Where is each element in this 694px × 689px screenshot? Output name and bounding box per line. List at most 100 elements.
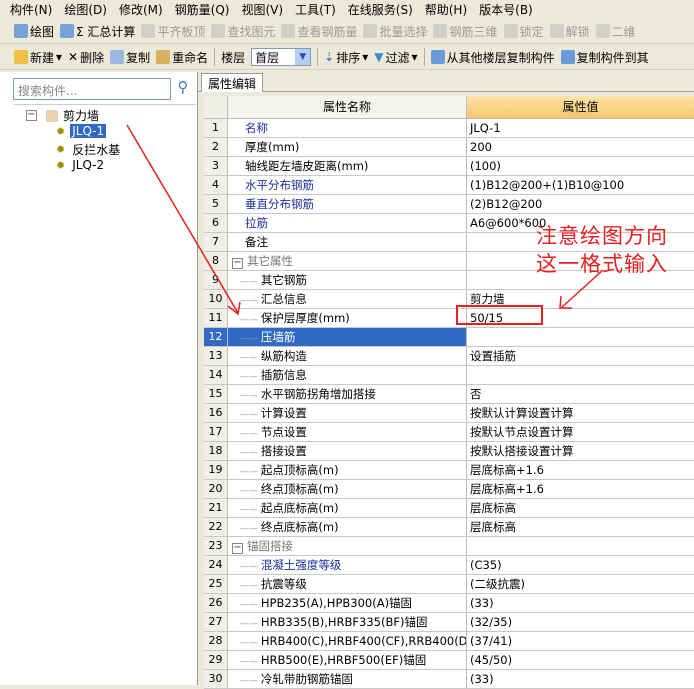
property-value[interactable]: 按默认搭接设置计算 [467, 442, 694, 460]
table-row[interactable]: 4 水平分布钢筋 (1)B12@200+(1)B10@100 [204, 176, 694, 195]
property-value[interactable] [467, 328, 694, 346]
copy-button[interactable]: 复制 [110, 49, 150, 66]
copy-to-floor-button[interactable]: 复制构件到其 [560, 49, 649, 66]
toolbar-button[interactable]: 二维 [595, 23, 636, 40]
property-value[interactable]: (1)B12@200+(1)B10@100 [467, 176, 694, 194]
table-row[interactable]: 25抗震等级(二级抗震) [204, 575, 694, 594]
property-value[interactable]: 层底标高 [467, 518, 694, 536]
gear-icon: ✹ [56, 158, 66, 172]
table-row[interactable]: 12压墙筋 [204, 328, 694, 347]
property-name: 汇总信息 [228, 290, 467, 308]
property-value[interactable]: 200 [467, 138, 694, 156]
tree-node-root[interactable]: − 剪力墙 [22, 107, 99, 124]
table-row[interactable]: 19起点顶标高(m)层底标高+1.6 [204, 461, 694, 480]
property-value[interactable]: 层底标高+1.6 [467, 480, 694, 498]
floor-select[interactable]: 首层 ▼ [251, 48, 312, 66]
new-button[interactable]: 新建 ▾ [14, 49, 62, 66]
property-value[interactable]: (二级抗震) [467, 575, 694, 593]
table-row[interactable]: 18搭接设置按默认搭接设置计算 [204, 442, 694, 461]
table-row[interactable]: 13纵筋构造设置插筋 [204, 347, 694, 366]
toolbar-button[interactable]: 查找图元 [211, 23, 275, 40]
property-value[interactable]: JLQ-1 [467, 119, 694, 137]
menu-item[interactable]: 视图(V) [241, 1, 283, 18]
copy-from-floor-button[interactable]: 从其他楼层复制构件 [430, 49, 555, 66]
table-row[interactable]: 29HRB500(E),HRBF500(EF)锚固(45/50) [204, 651, 694, 670]
tree-item[interactable]: ✹ JLQ-2 [56, 158, 106, 172]
table-row[interactable]: 21起点底标高(m)层底标高 [204, 499, 694, 518]
menu-item[interactable]: 版本号(B) [479, 1, 533, 18]
table-row[interactable]: 10汇总信息剪力墙 [204, 290, 694, 309]
wall-icon [46, 109, 58, 122]
menu-item[interactable]: 钢筋量(Q) [175, 1, 230, 18]
property-value[interactable]: (32/35) [467, 613, 694, 631]
tab-property-edit[interactable]: 属性编辑 [201, 73, 264, 92]
property-name: 搭接设置 [228, 442, 467, 460]
property-value[interactable]: 按默认计算设置计算 [467, 404, 694, 422]
property-value[interactable]: (37/41) [467, 632, 694, 650]
table-row[interactable]: 28HRB400(C),HRBF400(CF),RRB400(D)锚(37/41… [204, 632, 694, 651]
menu-item[interactable]: 在线服务(S) [348, 1, 413, 18]
property-name: 终点顶标高(m) [228, 480, 467, 498]
property-value[interactable]: (C35) [467, 556, 694, 574]
table-row[interactable]: 3 轴线距左墙皮距离(mm) (100) [204, 157, 694, 176]
row-number: 2 [204, 138, 228, 156]
menu-item[interactable]: 绘图(D) [64, 1, 107, 18]
property-value[interactable]: 层底标高 [467, 499, 694, 517]
property-value[interactable]: (2)B12@200 [467, 195, 694, 213]
toolbar-button[interactable]: Σ 汇总计算 [60, 23, 135, 40]
table-row[interactable]: 23− 锚固搭接 [204, 537, 694, 556]
property-value[interactable]: 设置插筋 [467, 347, 694, 365]
toolbar-button[interactable]: 平齐板顶 [141, 23, 205, 40]
toolbar-button[interactable]: 绘图 [14, 23, 54, 40]
property-value[interactable]: (33) [467, 670, 694, 688]
table-row[interactable]: 1 名称 JLQ-1 [204, 119, 694, 138]
filter-button[interactable]: ▼ 过滤 ▾ [374, 49, 417, 66]
menu-item[interactable]: 构件(N) [10, 1, 52, 18]
rename-button[interactable]: 重命名 [156, 49, 208, 66]
menu-item[interactable]: 工具(T) [295, 1, 336, 18]
property-value[interactable]: 层底标高+1.6 [467, 461, 694, 479]
property-value[interactable] [467, 537, 694, 555]
toolbar-button[interactable]: 钢筋三维 [433, 23, 498, 40]
table-row[interactable]: 5 垂直分布钢筋 (2)B12@200 [204, 195, 694, 214]
menu-item[interactable]: 帮助(H) [425, 1, 467, 18]
table-row[interactable]: 15水平钢筋拐角增加搭接否 [204, 385, 694, 404]
property-value[interactable]: (100) [467, 157, 694, 175]
property-value[interactable]: (45/50) [467, 651, 694, 669]
table-row[interactable]: 27HRB335(B),HRBF335(BF)锚固(32/35) [204, 613, 694, 632]
component-panel: 搜索构件... ⚲ − 剪力墙 ✹ JLQ-1 ✹ 反拦水基 ✹ JLQ-2 [0, 72, 198, 685]
property-value[interactable]: 否 [467, 385, 694, 403]
property-value[interactable]: 按默认节点设置计算 [467, 423, 694, 441]
table-row[interactable]: 22终点底标高(m)层底标高 [204, 518, 694, 537]
collapse-icon[interactable]: − [26, 110, 37, 121]
tree-item[interactable]: ✹ JLQ-1 [56, 124, 107, 138]
table-row[interactable]: 17节点设置按默认节点设置计算 [204, 423, 694, 442]
row-number: 24 [204, 556, 228, 574]
sort-button[interactable]: ⇣ 排序 ▾ [324, 49, 368, 66]
table-row[interactable]: 26HPB235(A),HPB300(A)锚固(33) [204, 594, 694, 613]
table-row[interactable]: 11保护层厚度(mm)50/15 [204, 309, 694, 328]
toolbar-button[interactable]: 锁定 [503, 23, 544, 40]
table-row[interactable]: 20终点顶标高(m)层底标高+1.6 [204, 480, 694, 499]
table-row[interactable]: 24混凝土强度等级(C35) [204, 556, 694, 575]
table-row[interactable]: 16计算设置按默认计算设置计算 [204, 404, 694, 423]
row-number: 29 [204, 651, 228, 669]
collapse-icon[interactable]: − [232, 258, 243, 269]
table-row[interactable]: 14插筋信息 [204, 366, 694, 385]
toolbar-button[interactable]: 批量选择 [363, 23, 427, 40]
menu-item[interactable]: 修改(M) [119, 1, 163, 18]
property-value[interactable]: (33) [467, 594, 694, 612]
table-row[interactable]: 2 厚度(mm) 200 [204, 138, 694, 157]
toolbar-icon [141, 24, 156, 38]
toolbar-button[interactable]: 查看钢筋量 [281, 23, 357, 40]
toolbar-button[interactable]: 解锁 [549, 23, 590, 40]
sort-icon: ⇣ [324, 50, 335, 64]
collapse-icon[interactable]: − [232, 543, 243, 554]
tree-item[interactable]: ✹ 反拦水基 [56, 141, 122, 158]
row-number: 15 [204, 385, 228, 403]
search-icon[interactable]: ⚲ [172, 78, 194, 100]
table-row[interactable]: 30冷轧带肋钢筋锚固(33) [204, 670, 694, 689]
delete-button[interactable]: ✕ 删除 [68, 49, 104, 66]
property-value[interactable] [467, 366, 694, 384]
search-input[interactable]: 搜索构件... [13, 78, 171, 100]
